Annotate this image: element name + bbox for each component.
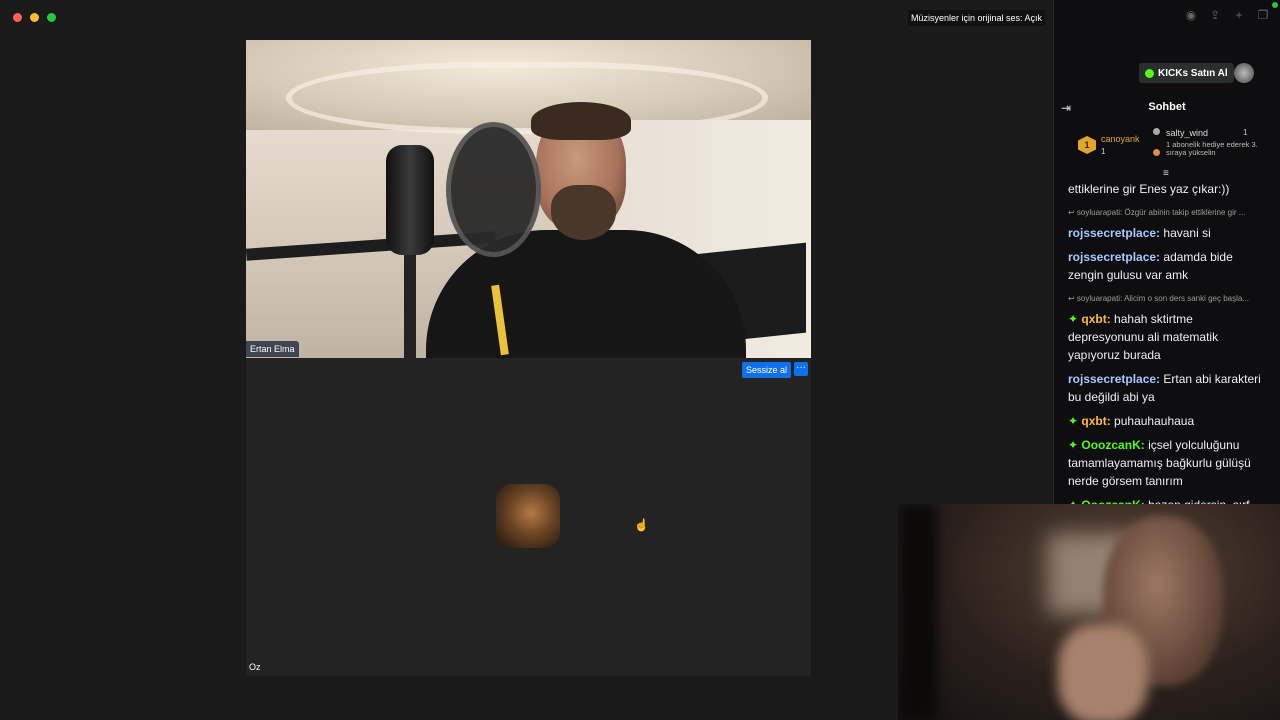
sparkle-badge-icon: ✦ xyxy=(1068,414,1082,428)
camera-hand xyxy=(1058,624,1148,720)
first-place-medal-icon: 1 xyxy=(1078,136,1096,154)
video-mic-pole xyxy=(404,250,416,358)
chat-message-list[interactable]: ettiklerine gir Enes yaz çıkar:)) ↩ soylu… xyxy=(1068,180,1268,504)
chat-message-line: ✦ qxbt: hahah sktirtme depresyonunu ali … xyxy=(1068,310,1268,364)
chat-message-line: rojssecretplace: adamda bide zengin gulu… xyxy=(1068,248,1268,284)
chat-message-line: ✦ OoozcanK: bazen gidersin, sırf xyxy=(1068,496,1268,504)
gift-icon xyxy=(1153,128,1160,135)
video-microphone xyxy=(386,145,434,255)
zoom-window: Müzisyenler için orijinal ses: Açık Erta… xyxy=(0,0,1054,720)
sparkle-badge-icon: ✦ xyxy=(1068,312,1082,326)
chat-reply-preview[interactable]: ↩ soyluarapati: Özgür abinin takip ettik… xyxy=(1068,204,1268,222)
user-avatar[interactable] xyxy=(1234,63,1254,83)
minimize-window-button[interactable] xyxy=(30,13,39,22)
video-person-beard xyxy=(551,185,616,240)
chat-username[interactable]: rojssecretplace: xyxy=(1068,226,1160,240)
chat-message: ↩ soyluarapati: Özgür abinin takip ettik… xyxy=(1068,204,1268,242)
participant-name-tag: Oz xyxy=(249,662,261,672)
hand-cursor-icon: ☝ xyxy=(634,518,649,532)
chat-message: ettiklerine gir Enes yaz çıkar:)) xyxy=(1068,180,1268,198)
tabs-overview-icon[interactable]: ❐ xyxy=(1256,8,1270,22)
close-window-button[interactable] xyxy=(13,13,22,22)
browser-toolbar: ◉ ⇪ + ❐ xyxy=(1184,8,1270,22)
expand-leaderboard-icon[interactable]: ≡ xyxy=(1163,168,1169,179)
chat-message-text: ettiklerine gir Enes yaz çıkar:)) xyxy=(1068,182,1230,196)
chat-message: rojssecretplace: Ertan abi karakteri bu … xyxy=(1068,370,1268,406)
chat-reply-preview[interactable]: ↩ soyluarapati: Alicim o son ders sanki … xyxy=(1068,290,1268,308)
buy-kicks-button[interactable]: KICKs Satın Al xyxy=(1139,63,1234,83)
chat-username[interactable]: qxbt: xyxy=(1081,414,1110,428)
participant-video-ertan[interactable]: Ertan Elma xyxy=(246,40,811,358)
chat-message-line: rojssecretplace: havani si xyxy=(1068,224,1268,242)
chat-message-line: ✦ qxbt: puhauhauhaua xyxy=(1068,412,1268,430)
chat-message-line: ✦ OoozcanK: içsel yolculuğunu tamamlayam… xyxy=(1068,436,1268,490)
chat-header: Sohbet ⇥ xyxy=(1060,100,1274,116)
window-controls xyxy=(13,13,56,22)
chat-username[interactable]: rojssecretplace: xyxy=(1068,250,1160,264)
sparkle-badge-icon: ✦ xyxy=(1068,438,1082,452)
collapse-chat-icon[interactable]: ⇥ xyxy=(1061,101,1071,115)
participant-name-tag: Ertan Elma xyxy=(246,341,299,357)
chat-title: Sohbet xyxy=(1148,101,1186,113)
more-options-button[interactable]: ··· xyxy=(794,362,808,376)
status-dot-icon xyxy=(1272,2,1278,8)
chat-message-line: rojssecretplace: Ertan abi karakteri bu … xyxy=(1068,370,1268,406)
chat-username[interactable]: qxbt: xyxy=(1081,312,1110,326)
chat-message-text: puhauhauhaua xyxy=(1110,414,1195,428)
chat-message-text: havani si xyxy=(1160,226,1211,240)
participant-avatar xyxy=(496,484,560,548)
chat-username[interactable]: rojssecretplace: xyxy=(1068,372,1160,386)
video-person-hair xyxy=(531,102,631,140)
chat-message: rojssecretplace: adamda bide zengin gulu… xyxy=(1068,248,1268,284)
chat-username[interactable]: OoozcanK: xyxy=(1081,438,1144,452)
leader-count-second: 1 xyxy=(1243,128,1248,137)
leader-upgrade-hint: 1 abonelik hediye ederek 3. sıraya yükse… xyxy=(1166,140,1258,157)
kicks-icon xyxy=(1145,68,1154,78)
chat-message-line: ettiklerine gir Enes yaz çıkar:)) xyxy=(1068,180,1268,198)
chat-message: ✦ OoozcanK: içsel yolculuğunu tamamlayam… xyxy=(1068,436,1268,490)
chat-message: ↩ soyluarapati: Alicim o son ders sanki … xyxy=(1068,290,1268,364)
leader-count-first: 1 xyxy=(1101,147,1106,156)
chat-message: ✦ qxbt: puhauhauhaua xyxy=(1068,412,1268,430)
buy-kicks-label: KICKs Satın Al xyxy=(1158,67,1228,79)
streamer-camera-overlay xyxy=(898,504,1280,720)
leader-name-second[interactable]: salty_wind xyxy=(1166,128,1208,138)
chat-message: ✦ OoozcanK: bazen gidersin, sırf xyxy=(1068,496,1268,504)
gift-leaderboard: 1 canoyank 1 salty_wind 1 1 abonelik hed… xyxy=(1072,126,1268,170)
leader-name-first[interactable]: canoyank xyxy=(1101,134,1140,144)
original-sound-toggle[interactable]: Müzisyenler için orijinal ses: Açık xyxy=(907,10,1045,26)
rank-badge-icon xyxy=(1153,149,1160,156)
camera-shadow xyxy=(898,504,938,720)
participant-tile-oz[interactable]: Sessize al ··· ☝ Oz xyxy=(246,358,811,676)
mute-participant-button[interactable]: Sessize al xyxy=(741,362,791,378)
fullscreen-window-button[interactable] xyxy=(47,13,56,22)
share-icon[interactable]: ⇪ xyxy=(1208,8,1222,22)
new-tab-icon[interactable]: + xyxy=(1232,8,1246,22)
video-pop-filter xyxy=(446,122,541,257)
extension-icon[interactable]: ◉ xyxy=(1184,8,1198,22)
